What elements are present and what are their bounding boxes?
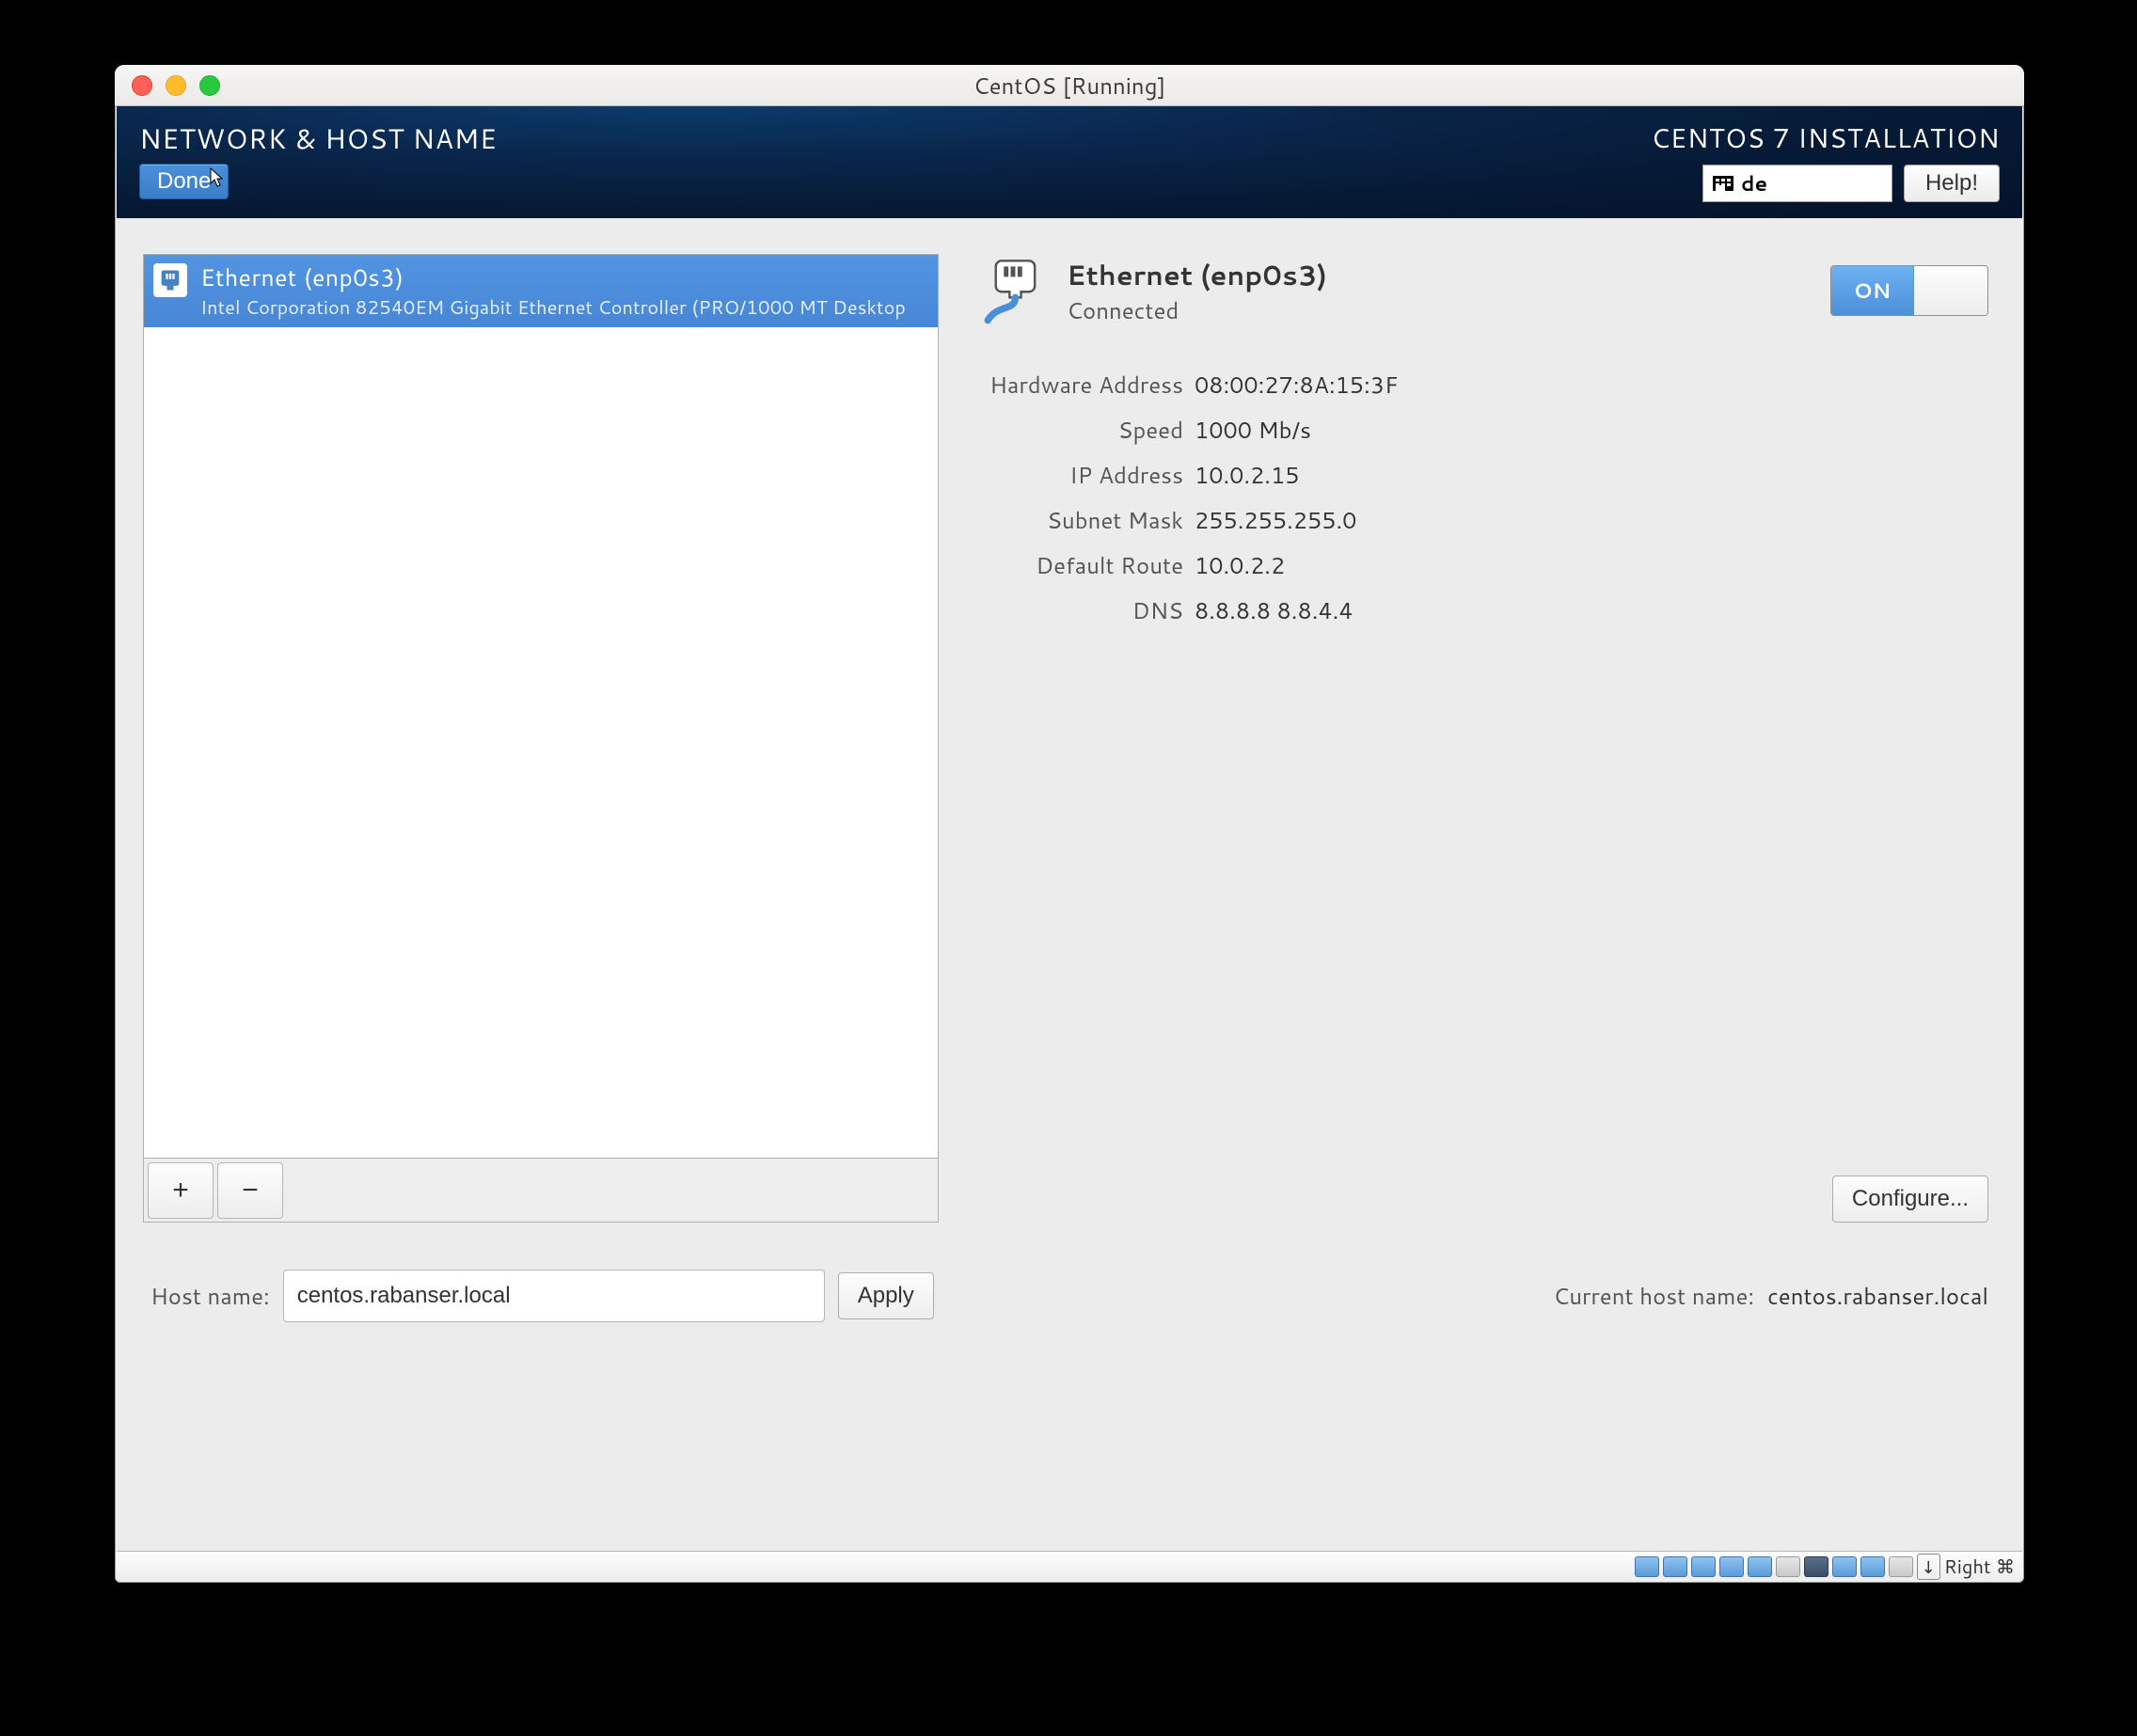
hostname-input[interactable] (283, 1270, 825, 1322)
vm-statusbar: ↓ Right ⌘ (117, 1551, 2022, 1581)
detail-row: DNS 8.8.8.8 8.8.4.4 (978, 594, 1996, 626)
detail-row: IP Address 10.0.2.15 (978, 459, 1996, 491)
connection-title: Ethernet (enp0s3) (1067, 256, 1327, 294)
detail-value: 10.0.2.2 (1195, 549, 1285, 581)
cursor-icon (211, 168, 226, 189)
connection-details-pane: Ethernet (enp0s3) Connected ON Hardware … (939, 254, 1996, 1223)
detail-row: Default Route 10.0.2.2 (978, 549, 1996, 581)
toggle-handle (1914, 266, 1987, 315)
connection-details: Hardware Address 08:00:27:8A:15:3F Speed… (978, 369, 1996, 639)
sb-hdd-icon[interactable] (1635, 1556, 1659, 1577)
connection-status: Connected (1067, 294, 1327, 326)
keyboard-icon (1713, 176, 1733, 191)
ethernet-icon (153, 263, 187, 297)
detail-row: Subnet Mask 255.255.255.0 (978, 504, 1996, 536)
toggle-on-label: ON (1831, 266, 1914, 315)
window-title: CentOS [Running] (115, 70, 2024, 102)
help-button[interactable]: Help! (1904, 165, 2000, 202)
sb-network-icon[interactable] (1719, 1556, 1744, 1577)
keyboard-layout-select[interactable]: de (1702, 165, 1892, 202)
device-list-pane: Ethernet (enp0s3) Intel Corporation 8254… (143, 254, 939, 1223)
keyboard-layout-value: de (1741, 169, 1767, 198)
detail-label: Default Route (978, 549, 1195, 581)
sb-mouse-icon[interactable] (1889, 1556, 1913, 1577)
configure-button[interactable]: Configure... (1832, 1176, 1988, 1223)
detail-value: 1000 Mb/s (1195, 414, 1311, 446)
sb-guest-additions-icon[interactable] (1860, 1556, 1885, 1577)
device-item-subtitle: Intel Corporation 82540EM Gigabit Ethern… (200, 294, 906, 321)
remove-device-button[interactable]: − (217, 1162, 283, 1219)
detail-value: 8.8.8.8 8.8.4.4 (1195, 594, 1353, 626)
ethernet-large-icon (976, 254, 1050, 327)
hostname-row: Host name: Apply Current host name: cent… (117, 1243, 2022, 1332)
installer-pane: NETWORK & HOST NAME Done CENTOS 7 INSTAL… (117, 106, 2022, 1551)
vm-window: CentOS [Running] NETWORK & HOST NAME Don… (115, 65, 2024, 1583)
detail-label: IP Address (978, 459, 1195, 491)
done-button[interactable]: Done (139, 164, 229, 199)
page-title: NETWORK & HOST NAME (139, 119, 1651, 158)
sb-display-icon[interactable] (1804, 1556, 1828, 1577)
detail-value: 255.255.255.0 (1195, 504, 1356, 536)
distro-label: CENTOS 7 INSTALLATION (1651, 119, 2000, 157)
current-hostname-label: Current host name: (1553, 1280, 1754, 1312)
detail-label: Hardware Address (978, 369, 1195, 401)
detail-label: Subnet Mask (978, 504, 1195, 536)
device-list[interactable]: Ethernet (enp0s3) Intel Corporation 8254… (143, 254, 939, 1159)
content: Ethernet (enp0s3) Intel Corporation 8254… (117, 218, 2022, 1243)
add-device-button[interactable]: + (148, 1162, 214, 1219)
detail-row: Hardware Address 08:00:27:8A:15:3F (978, 369, 1996, 401)
detail-value: 10.0.2.15 (1195, 459, 1299, 491)
detail-row: Speed 1000 Mb/s (978, 414, 1996, 446)
sb-video-capture-icon[interactable] (1832, 1556, 1857, 1577)
sb-hostkey-label: Right ⌘ (1944, 1554, 2015, 1580)
hostname-label: Host name: (150, 1280, 270, 1312)
current-hostname-value: centos.rabanser.local (1767, 1280, 1988, 1312)
sb-audio-icon[interactable] (1691, 1556, 1716, 1577)
sb-hostkey-arrow-icon: ↓ (1917, 1554, 1940, 1580)
device-item-title: Ethernet (enp0s3) (200, 261, 906, 294)
device-list-item[interactable]: Ethernet (enp0s3) Intel Corporation 8254… (144, 255, 938, 327)
titlebar: CentOS [Running] (115, 65, 2024, 106)
detail-label: DNS (978, 594, 1195, 626)
sb-usb-icon[interactable] (1748, 1556, 1772, 1577)
device-list-toolbar: + − (143, 1159, 939, 1223)
header: NETWORK & HOST NAME Done CENTOS 7 INSTAL… (117, 106, 2022, 218)
sb-shared-folder-icon[interactable] (1776, 1556, 1800, 1577)
sb-cd-icon[interactable] (1663, 1556, 1687, 1577)
connection-toggle[interactable]: ON (1830, 265, 1988, 316)
apply-button[interactable]: Apply (838, 1272, 934, 1319)
detail-label: Speed (978, 414, 1195, 446)
detail-value: 08:00:27:8A:15:3F (1195, 369, 1399, 401)
